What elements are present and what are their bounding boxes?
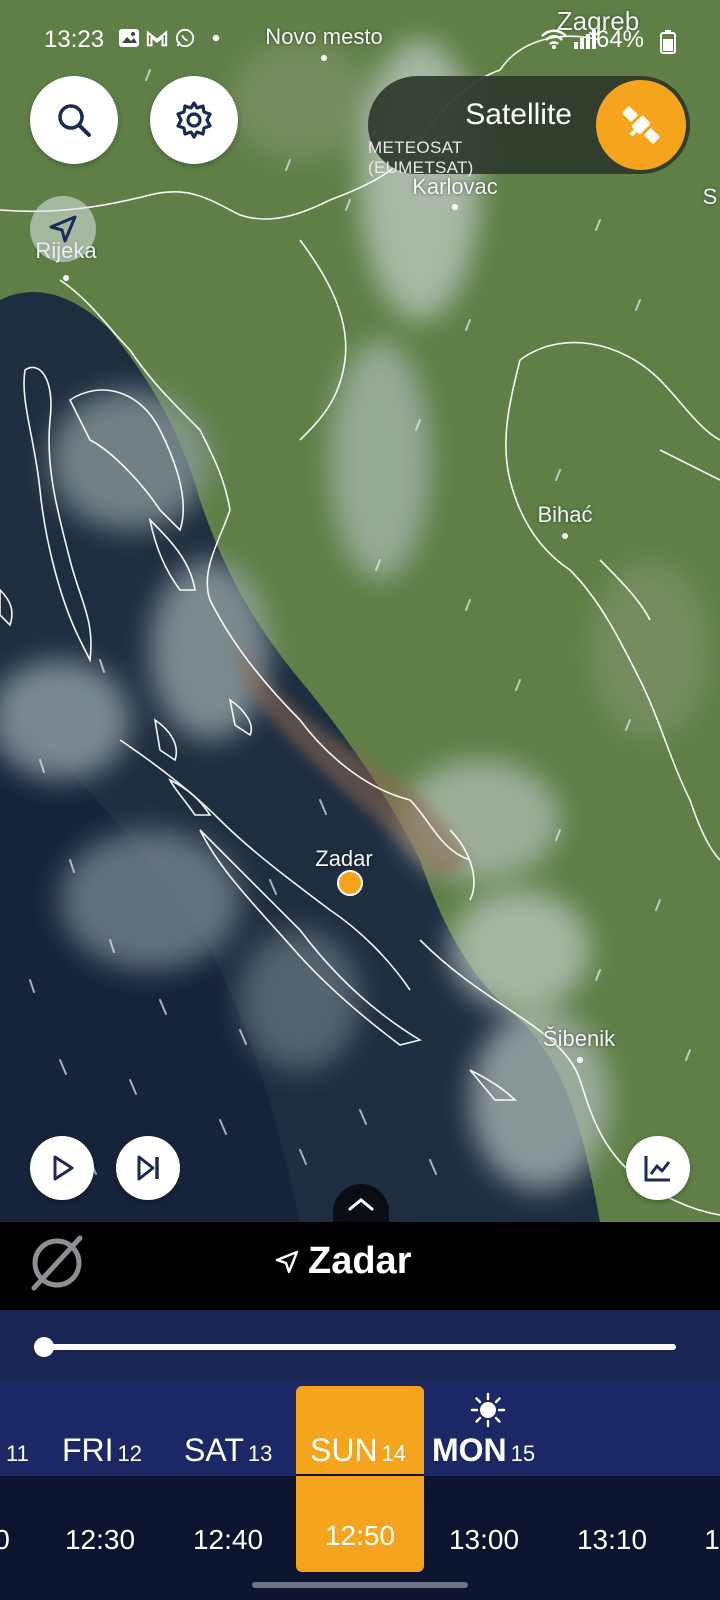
day-label: SAT <box>184 1432 244 1468</box>
slider-thumb[interactable] <box>34 1337 54 1357</box>
search-button[interactable] <box>30 76 118 164</box>
divider <box>296 1474 424 1476</box>
time-item[interactable]: 12:40 <box>193 1524 263 1556</box>
location-bar[interactable]: Zadar <box>0 1222 720 1310</box>
city-dot <box>562 533 568 539</box>
city-dot <box>577 1057 583 1063</box>
sun-icon <box>470 1392 506 1428</box>
home-indicator[interactable] <box>252 1582 468 1588</box>
no-precipitation-icon <box>31 1235 83 1291</box>
layer-selector[interactable]: Satellite METEOSAT (EUMETSAT) <box>368 76 690 177</box>
chart-button[interactable] <box>626 1136 690 1200</box>
status-bar: 13:23 64% <box>0 14 720 64</box>
layer-source: METEOSAT (EUMETSAT) <box>368 138 474 177</box>
status-time: 13:23 <box>44 26 105 53</box>
selected-day: SUN 14 <box>310 1432 406 1469</box>
chevron-up-icon <box>348 1198 374 1211</box>
timeline-slider[interactable] <box>0 1310 720 1382</box>
city-label-sibenik[interactable]: Šibenik <box>543 1026 615 1052</box>
search-icon <box>58 104 91 137</box>
location-title[interactable]: Zadar <box>274 1240 411 1283</box>
gear-icon <box>176 101 212 139</box>
day-number: 15 <box>510 1441 536 1466</box>
chart-icon <box>644 1156 671 1182</box>
dot-icon <box>212 34 220 42</box>
slider-track[interactable] <box>44 1344 676 1350</box>
city-dot <box>63 275 69 281</box>
day-number: 13 <box>247 1441 273 1466</box>
satellite-icon <box>622 106 660 144</box>
satellite-layer-button[interactable] <box>596 80 686 170</box>
selected-time-column[interactable]: SUN 14 12:50 <box>296 1386 424 1572</box>
day-item[interactable]: 11 <box>2 1432 29 1469</box>
play-icon <box>53 1155 74 1181</box>
day-item-mon[interactable]: MON 15 <box>432 1432 535 1469</box>
day-number: 14 <box>381 1441 407 1466</box>
battery-icon <box>660 30 676 54</box>
layer-title: Satellite <box>465 98 572 131</box>
city-label-bihac[interactable]: Bihać <box>537 502 592 528</box>
settings-button[interactable] <box>150 76 238 164</box>
time-item[interactable]: 1 <box>704 1524 720 1556</box>
whatsapp-icon <box>175 28 195 48</box>
locate-me-button[interactable] <box>30 196 96 262</box>
city-dot <box>452 204 458 210</box>
day-number: 12 <box>117 1441 143 1466</box>
day-label: SUN <box>310 1432 378 1468</box>
time-item[interactable]: 0 <box>0 1524 10 1556</box>
skip-next-icon <box>137 1155 159 1181</box>
city-label-zadar[interactable]: Zadar <box>315 846 372 872</box>
notification-icons <box>118 28 220 48</box>
day-label: MON <box>432 1432 507 1468</box>
gallery-icon <box>119 29 139 47</box>
play-button[interactable] <box>30 1136 94 1200</box>
navigation-arrow-icon <box>49 215 77 243</box>
location-name: Zadar <box>308 1240 412 1282</box>
day-number: 11 <box>6 1441 29 1466</box>
day-label: FRI <box>62 1432 114 1468</box>
navigation-arrow-icon <box>275 1250 299 1273</box>
signal-icon <box>574 30 596 49</box>
city-label-edge[interactable]: S <box>703 184 718 210</box>
battery-percent: 64% <box>595 26 644 53</box>
selected-location-marker[interactable] <box>337 870 363 896</box>
wifi-icon <box>541 29 567 49</box>
day-item-sat[interactable]: SAT 13 <box>184 1432 272 1469</box>
weather-map[interactable]: Novo mesto Zagreb Karlovac S Rijeka Biha… <box>0 0 720 1222</box>
time-item[interactable]: 12:30 <box>65 1524 135 1556</box>
time-item[interactable]: 13:10 <box>577 1524 647 1556</box>
skip-next-button[interactable] <box>116 1136 180 1200</box>
gmail-icon <box>146 30 168 47</box>
selected-time: 12:50 <box>324 1520 396 1551</box>
day-item-fri[interactable]: FRI 12 <box>62 1432 142 1469</box>
time-item[interactable]: 13:00 <box>449 1524 519 1556</box>
